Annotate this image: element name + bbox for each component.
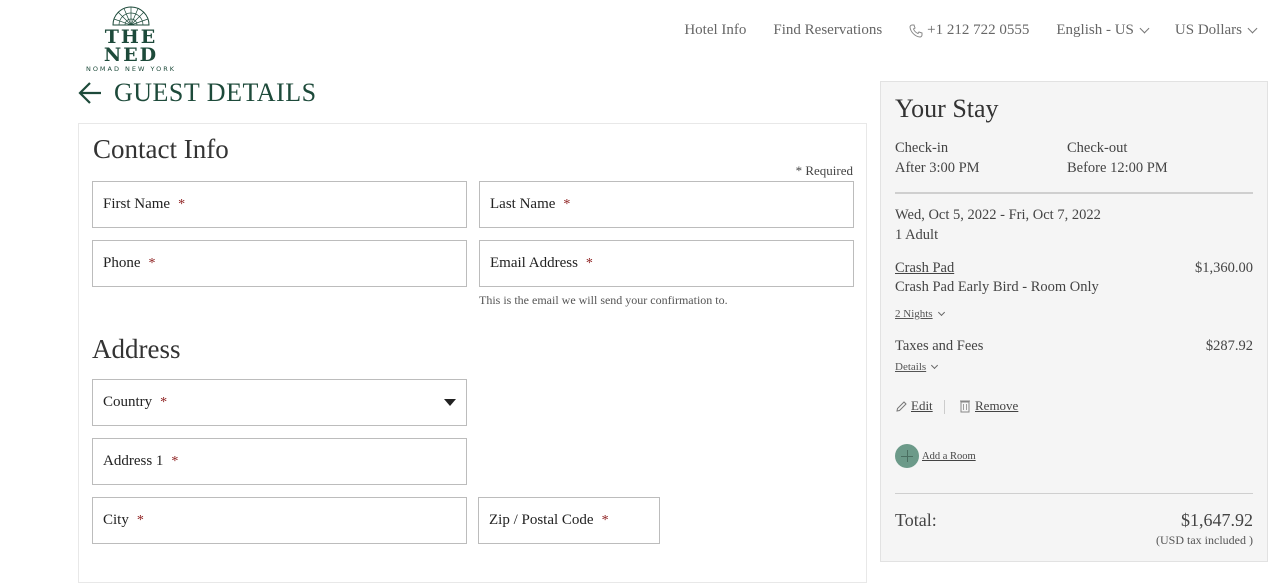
required-note: * Required: [796, 163, 853, 179]
checkout-label: Check-out: [1067, 140, 1128, 156]
nav-find-reservations-label: Find Reservations: [773, 22, 883, 38]
required-marker: *: [148, 255, 156, 271]
details-toggle[interactable]: Details: [895, 361, 939, 373]
city-field[interactable]: City *: [92, 497, 467, 544]
email-label: Email Address: [490, 255, 578, 271]
taxes-value: $287.92: [1205, 338, 1253, 354]
phone-number: +1 212 722 0555: [927, 22, 1030, 38]
edit-button[interactable]: Edit: [895, 398, 933, 414]
divider: [895, 192, 1253, 194]
email-helper-text: This is the email we will send your conf…: [479, 293, 728, 307]
nav-phone[interactable]: +1 212 722 0555: [909, 22, 1029, 39]
address-heading: Address: [92, 334, 181, 364]
nights-toggle[interactable]: 2 Nights: [895, 308, 945, 320]
required-label: Required: [805, 163, 853, 178]
nav-hotel-info[interactable]: Hotel Info: [684, 22, 746, 39]
address1-label: Address 1: [103, 453, 164, 469]
country-label: Country: [103, 394, 153, 410]
nav-find-reservations[interactable]: Find Reservations: [773, 22, 882, 39]
details-label: Details: [895, 361, 927, 373]
room-price: $1,360.00: [1195, 260, 1253, 276]
room-name-link[interactable]: Crash Pad: [895, 260, 954, 277]
required-marker: *: [178, 196, 186, 212]
phone-field[interactable]: Phone *: [92, 240, 467, 287]
currency-dropdown[interactable]: US Dollars: [1174, 22, 1258, 39]
required-star: *: [795, 163, 803, 178]
checkout-time: Before 12:00 PM: [1067, 160, 1168, 176]
required-marker: *: [160, 394, 168, 410]
city-label: City: [103, 512, 129, 528]
caret-down-icon: [444, 399, 456, 406]
nav-hotel-info-label: Hotel Info: [684, 22, 747, 38]
action-separator: [944, 400, 945, 414]
add-room-label: Add a Room: [922, 450, 976, 462]
chevron-down-icon: [1139, 23, 1150, 34]
chevron-down-icon: [931, 361, 939, 369]
guest-count: 1 Adult: [895, 227, 939, 243]
dome-icon: [112, 6, 150, 26]
taxes-label: Taxes and Fees: [895, 338, 984, 354]
checkin-label: Check-in: [895, 140, 949, 156]
currency-label: US Dollars: [1174, 22, 1242, 38]
stay-dates: Wed, Oct 5, 2022 - Fri, Oct 7, 2022: [895, 207, 1101, 223]
language-dropdown[interactable]: English - US: [1056, 22, 1150, 39]
nights-label: 2 Nights: [895, 308, 933, 320]
top-navigation: Hotel Info Find Reservations +1 212 722 …: [684, 22, 1258, 39]
remove-label: Remove: [975, 398, 1019, 413]
chevron-down-icon: [937, 308, 945, 316]
your-stay-heading: Your Stay: [895, 94, 999, 123]
phone-label: Phone: [103, 255, 141, 271]
first-name-field[interactable]: First Name *: [92, 181, 467, 228]
last-name-field[interactable]: Last Name *: [479, 181, 854, 228]
add-room-button[interactable]: Add a Room: [895, 444, 976, 468]
checkin-time: After 3:00 PM: [895, 160, 980, 176]
back-arrow-icon[interactable]: [78, 81, 102, 105]
phone-icon: [909, 24, 923, 38]
zip-label: Zip / Postal Code: [489, 512, 594, 528]
hotel-logo[interactable]: THE NED NOMAD NEW YORK: [78, 6, 184, 74]
remove-button[interactable]: Remove: [959, 398, 1018, 414]
logo-title: THE NED: [103, 26, 159, 66]
first-name-label: First Name: [103, 196, 171, 212]
logo-subtitle: NOMAD NEW YORK: [85, 65, 177, 73]
page-title: GUEST DETAILS: [114, 78, 317, 107]
total-label: Total:: [895, 510, 937, 530]
rate-name: Crash Pad Early Bird - Room Only: [895, 279, 1099, 295]
contact-info-heading: Contact Info: [93, 134, 229, 164]
required-marker: *: [601, 512, 609, 528]
guest-details-form: Contact Info * Required First Name * Last…: [78, 123, 867, 583]
required-marker: *: [563, 196, 571, 212]
plus-circle-icon: [895, 444, 919, 468]
email-field[interactable]: Email Address *: [479, 240, 854, 287]
edit-label: Edit: [911, 398, 933, 413]
required-marker: *: [171, 453, 179, 469]
last-name-label: Last Name: [490, 196, 556, 212]
total-tax-note: (USD tax included ): [1156, 533, 1253, 547]
trash-icon: [960, 400, 970, 413]
zip-field[interactable]: Zip / Postal Code *: [478, 497, 660, 544]
language-label: English - US: [1056, 22, 1134, 38]
address1-field[interactable]: Address 1 *: [92, 438, 467, 485]
country-select[interactable]: Country *: [92, 379, 467, 426]
page-header: GUEST DETAILS: [78, 78, 317, 108]
divider: [895, 493, 1253, 494]
chevron-down-icon: [1247, 23, 1258, 34]
required-marker: *: [585, 255, 593, 271]
total-value: $1,647.92: [1181, 510, 1253, 530]
required-marker: *: [136, 512, 144, 528]
pencil-icon: [896, 400, 907, 412]
your-stay-summary: Your Stay Check-in After 3:00 PM Check-o…: [880, 81, 1268, 562]
